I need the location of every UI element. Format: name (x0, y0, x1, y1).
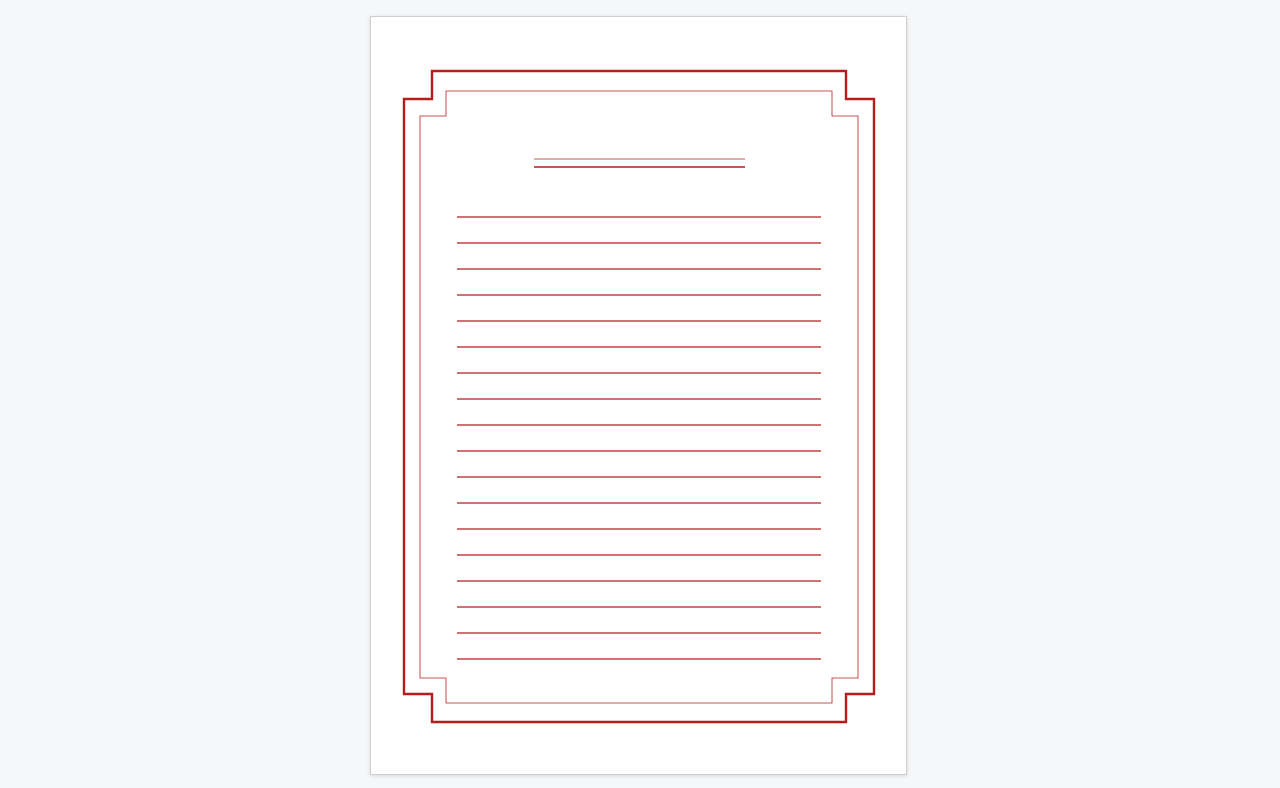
ruled-lines (457, 216, 821, 660)
inner-frame-border (419, 90, 859, 704)
paper-sheet (370, 16, 907, 775)
outer-frame-border (402, 69, 876, 724)
page-frame (402, 69, 876, 724)
